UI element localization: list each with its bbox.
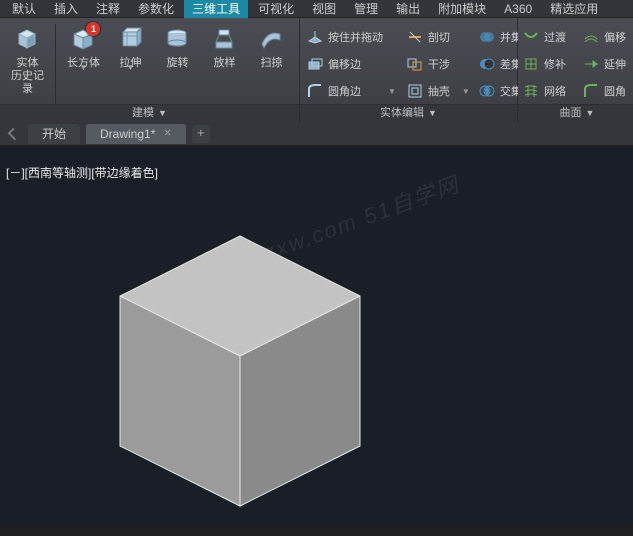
shell-button[interactable]: 抽壳 ▼ xyxy=(404,78,472,104)
divider xyxy=(55,24,56,104)
menu-default[interactable]: 默认 xyxy=(4,0,44,18)
menu-view[interactable]: 视图 xyxy=(304,0,344,18)
box-dropdown-icon[interactable]: ▼ xyxy=(80,63,88,72)
tab-drawing1-label: Drawing1* xyxy=(100,127,155,141)
panel-modeling: 实体 历史记录 1 长方体 ▼ 拉伸 ▼ xyxy=(0,18,300,121)
network-icon xyxy=(522,82,540,100)
box-badge: 1 xyxy=(86,22,100,36)
presspull-icon xyxy=(306,28,324,46)
extrude-button[interactable]: 拉伸 ▼ xyxy=(109,22,152,70)
subtract-icon xyxy=(478,55,496,73)
offset-label: 偏移 xyxy=(604,29,633,45)
panel-solidedit: 按住并拖动 偏移边 圆角边 ▼ 剖切 干 xyxy=(300,18,518,121)
tab-nav-icon[interactable] xyxy=(8,127,21,140)
menu-annotate[interactable]: 注释 xyxy=(88,0,128,18)
cube-model[interactable] xyxy=(60,176,420,536)
filletedge-button[interactable]: 圆角边 ▼ xyxy=(302,78,400,104)
menu-manage[interactable]: 管理 xyxy=(346,0,386,18)
sweep-button[interactable]: 扫掠 xyxy=(250,22,293,70)
presspull-button[interactable]: 按住并拖动 xyxy=(302,24,400,50)
offset-surf-button[interactable]: 偏移 xyxy=(580,24,633,50)
offsetface-icon xyxy=(306,55,324,73)
interfere-icon xyxy=(406,55,424,73)
menu-a360[interactable]: A360 xyxy=(496,1,540,17)
slice-icon xyxy=(406,28,424,46)
solid-history-label: 实体 历史记录 xyxy=(6,57,49,96)
tab-drawing1[interactable]: Drawing1* ✕ xyxy=(86,124,186,144)
patch-button[interactable]: 修补 xyxy=(520,51,576,77)
offset-icon xyxy=(582,28,600,46)
network-button[interactable]: 网络 xyxy=(520,78,576,104)
loft-icon xyxy=(209,24,239,54)
close-icon[interactable]: ✕ xyxy=(163,128,171,139)
patch-icon xyxy=(522,55,540,73)
extend-label: 延伸 xyxy=(604,56,633,72)
solid-history-button[interactable]: 实体 历史记录 xyxy=(6,22,49,96)
sweep-label: 扫掠 xyxy=(260,57,282,70)
dropdown-icon: ▼ xyxy=(462,87,470,96)
tab-start[interactable]: 开始 xyxy=(28,124,80,144)
extrude-dropdown-icon[interactable]: ▼ xyxy=(127,63,135,72)
menu-insert[interactable]: 插入 xyxy=(46,0,86,18)
revolve-icon xyxy=(162,24,192,54)
network-label: 网络 xyxy=(544,83,574,99)
add-tab-button[interactable]: + xyxy=(192,125,210,143)
patch-label: 修补 xyxy=(544,56,574,72)
menu-visualize[interactable]: 可视化 xyxy=(250,0,302,18)
menu-addins[interactable]: 附加模块 xyxy=(430,0,494,18)
extend-button[interactable]: 延伸 xyxy=(580,51,633,77)
menu-3dtools[interactable]: 三维工具 xyxy=(184,0,248,18)
interfere-label: 干涉 xyxy=(428,56,458,72)
document-tab-bar: 开始 Drawing1* ✕ + xyxy=(0,122,633,146)
solid-history-icon xyxy=(13,24,43,54)
union-icon xyxy=(478,28,496,46)
extend-icon xyxy=(582,55,600,73)
menu-parametric[interactable]: 参数化 xyxy=(130,0,182,18)
loft-button[interactable]: 放样 xyxy=(203,22,246,70)
menu-output[interactable]: 输出 xyxy=(388,0,428,18)
shell-icon xyxy=(406,82,424,100)
box-button[interactable]: 1 长方体 ▼ xyxy=(62,22,105,70)
blend-icon xyxy=(522,28,540,46)
offsetface-button[interactable]: 偏移边 xyxy=(302,51,400,77)
blend-button[interactable]: 过渡 xyxy=(520,24,576,50)
dropdown-icon: ▼ xyxy=(388,87,396,96)
box-icon: 1 xyxy=(68,24,98,54)
sweep-icon xyxy=(256,24,286,54)
revolve-label: 旋转 xyxy=(166,57,188,70)
fillet-icon xyxy=(306,82,324,100)
slice-label: 剖切 xyxy=(428,29,458,45)
offsetface-label: 偏移边 xyxy=(328,56,382,72)
presspull-label: 按住并拖动 xyxy=(328,29,383,45)
panel-solidedit-title[interactable]: 实体编辑▼ xyxy=(300,104,517,122)
panel-surface: 过渡 修补 网络 偏移 延伸 xyxy=(518,18,633,121)
shell-label: 抽壳 xyxy=(428,83,458,99)
panel-modeling-title[interactable]: 建模▼ xyxy=(0,104,299,122)
blend-label: 过渡 xyxy=(544,29,574,45)
loft-label: 放样 xyxy=(213,57,235,70)
filletedge-label: 圆角边 xyxy=(328,83,382,99)
viewport[interactable]: [－][西南等轴测][带边缘着色] 51zxw.com 51自学网 xyxy=(0,146,633,525)
slice-button[interactable]: 剖切 xyxy=(404,24,472,50)
fillet-surf-icon xyxy=(582,82,600,100)
menu-featured[interactable]: 精选应用 xyxy=(542,0,606,18)
extrude-icon xyxy=(115,24,145,54)
interfere-button[interactable]: 干涉 xyxy=(404,51,472,77)
fillet-surf-button[interactable]: 圆角 xyxy=(580,78,633,104)
main-menubar: 默认 插入 注释 参数化 三维工具 可视化 视图 管理 输出 附加模块 A360… xyxy=(0,0,633,18)
panel-surface-title[interactable]: 曲面▼ xyxy=(518,104,633,122)
tab-start-label: 开始 xyxy=(42,125,66,142)
ribbon: 实体 历史记录 1 长方体 ▼ 拉伸 ▼ xyxy=(0,18,633,122)
fillet-surf-label: 圆角 xyxy=(604,83,633,99)
intersect-icon xyxy=(478,82,496,100)
revolve-button[interactable]: 旋转 xyxy=(156,22,199,70)
